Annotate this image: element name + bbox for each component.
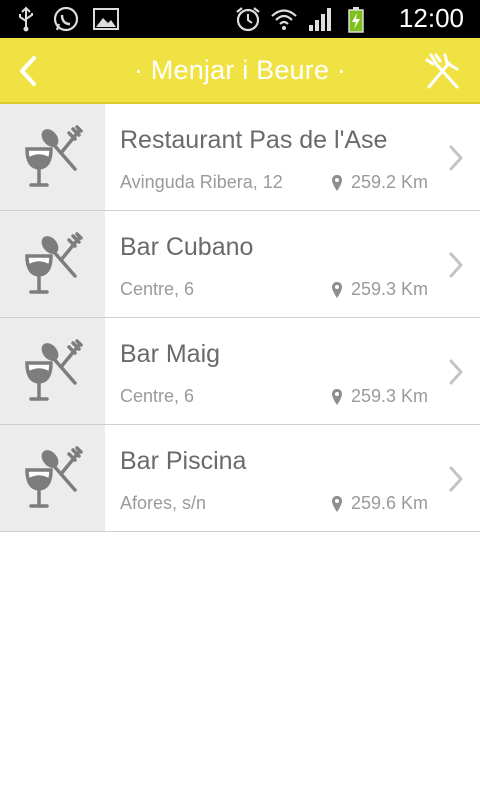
- usb-icon: [19, 6, 33, 32]
- venue-address: Centre, 6: [120, 386, 195, 406]
- venue-distance-value: 259.2 Km: [350, 172, 428, 192]
- status-clock: 12:00: [398, 3, 464, 33]
- venue-name: Restaurant Pas de l'Ase: [120, 126, 388, 154]
- list-item[interactable]: Bar Piscina Afores, s/n 259.6 Km: [0, 425, 480, 532]
- venue-thumbnail: [0, 425, 105, 531]
- venue-thumbnail: [0, 211, 105, 317]
- venue-thumbnail: [0, 318, 105, 424]
- list-item[interactable]: Bar Cubano Centre, 6 259.3 Km: [0, 211, 480, 318]
- chevron-right-icon: [449, 359, 463, 385]
- venue-distance: 259.6 Km: [331, 493, 428, 514]
- venue-name: Bar Maig: [120, 340, 221, 368]
- status-left-icons: [12, 5, 120, 33]
- venue-thumbnail: [0, 104, 105, 210]
- back-button[interactable]: [6, 46, 50, 96]
- chevron-right-icon: [449, 145, 463, 171]
- wine-spoon-fork-icon: [24, 125, 83, 187]
- venue-address: Afores, s/n: [120, 493, 207, 513]
- map-pin-icon: [331, 495, 342, 512]
- map-pin-icon: [331, 174, 342, 191]
- restaurant-menu-button[interactable]: [420, 46, 466, 96]
- wine-spoon-fork-icon: [24, 232, 83, 294]
- venue-distance-value: 259.6 Km: [350, 493, 428, 513]
- wifi-icon: [271, 9, 297, 30]
- whatsapp-icon: [53, 6, 79, 32]
- venue-name: Bar Cubano: [120, 233, 254, 261]
- venue-distance: 259.3 Km: [331, 386, 428, 407]
- wine-spoon-fork-icon: [24, 446, 83, 508]
- chevron-left-icon: [20, 56, 36, 86]
- alarm-icon: [236, 7, 260, 32]
- venue-list: Restaurant Pas de l'Ase Avinguda Ribera,…: [0, 104, 480, 532]
- chevron-right-icon: [449, 466, 463, 492]
- wine-spoon-fork-icon: [24, 339, 83, 401]
- map-pin-icon: [331, 388, 342, 405]
- venue-name: Bar Piscina: [120, 447, 247, 475]
- list-item[interactable]: Restaurant Pas de l'Ase Avinguda Ribera,…: [0, 104, 480, 211]
- page-title: · Menjar i Beure ·: [133, 54, 347, 85]
- chevron-right-icon: [449, 252, 463, 278]
- app-header: · Menjar i Beure ·: [0, 38, 480, 104]
- venue-address: Avinguda Ribera, 12: [120, 172, 283, 192]
- venue-address: Centre, 6: [120, 279, 195, 299]
- battery-charging-icon: [348, 7, 364, 33]
- venue-distance: 259.3 Km: [331, 279, 428, 300]
- fork-knife-icon: [425, 53, 459, 89]
- gallery-icon: [93, 8, 119, 30]
- signal-icon: [309, 8, 331, 31]
- venue-distance-value: 259.3 Km: [350, 279, 428, 299]
- venue-distance: 259.2 Km: [331, 172, 428, 193]
- map-pin-icon: [331, 281, 342, 298]
- status-bar: 12:00: [0, 0, 480, 38]
- status-right-icons: [234, 5, 370, 33]
- list-item[interactable]: Bar Maig Centre, 6 259.3 Km: [0, 318, 480, 425]
- venue-distance-value: 259.3 Km: [350, 386, 428, 406]
